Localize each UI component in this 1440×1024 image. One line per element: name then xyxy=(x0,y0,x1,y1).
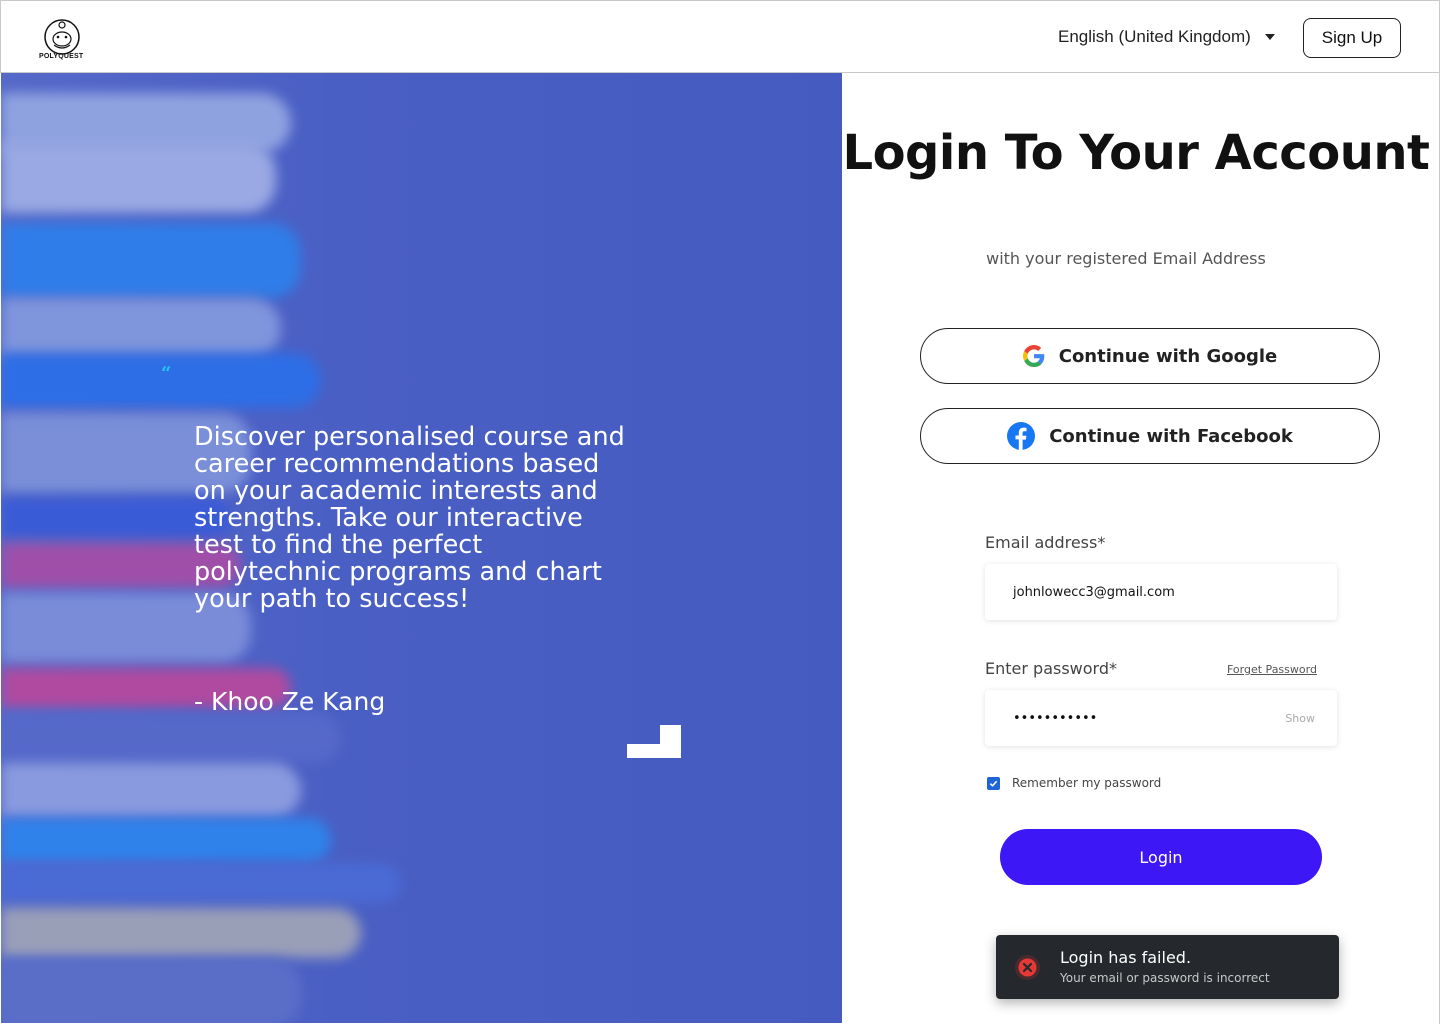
error-toast: Login has failed. Your email or password… xyxy=(996,935,1339,999)
password-field[interactable]: ••••••••••• Show xyxy=(985,690,1337,746)
toast-message: Your email or password is incorrect xyxy=(1060,971,1270,985)
facebook-button-label: Continue with Facebook xyxy=(1049,425,1293,447)
page-title: Login To Your Account xyxy=(842,125,1430,181)
google-button-label: Continue with Google xyxy=(1058,345,1278,367)
hero-panel: “ Discover personalised course and caree… xyxy=(1,73,842,1023)
sign-up-button[interactable]: Sign Up xyxy=(1303,18,1401,58)
book-layer xyxy=(1,863,401,903)
checkmark-icon xyxy=(989,780,998,787)
forget-password-link[interactable]: Forget Password xyxy=(1227,663,1317,676)
quote-mark-icon: “ xyxy=(161,363,172,384)
book-layer xyxy=(1,763,301,818)
password-label: Enter password* xyxy=(985,659,1117,678)
remember-checkbox[interactable] xyxy=(987,776,1000,790)
email-value: johnlowecc3@gmail.com xyxy=(1013,584,1175,600)
book-layer xyxy=(1,958,301,1023)
book-layer xyxy=(1,818,331,863)
language-select[interactable]: English (United Kingdom) xyxy=(1058,27,1275,47)
login-button[interactable]: Login xyxy=(1000,829,1322,885)
quote-author: - Khoo Ze Kang xyxy=(194,687,386,716)
hero-quote: Discover personalised course and career … xyxy=(194,422,625,614)
book-layer xyxy=(1,143,276,213)
book-layer xyxy=(1,908,361,958)
facebook-icon xyxy=(1007,422,1036,450)
remember-label: Remember my password xyxy=(1012,776,1162,790)
top-header: POLYQUEST English (United Kingdom) Sign … xyxy=(0,0,1440,73)
toast-title: Login has failed. xyxy=(1060,948,1192,967)
continue-with-facebook-button[interactable]: Continue with Facebook xyxy=(920,408,1380,464)
book-layer xyxy=(1,223,301,298)
caret-down-icon xyxy=(1264,34,1275,40)
book-layer xyxy=(1,298,281,358)
logo-text: POLYQUEST xyxy=(39,53,84,60)
login-panel: Login To Your Account with your register… xyxy=(842,73,1440,1024)
email-label: Email address* xyxy=(985,533,1106,552)
show-password-toggle[interactable]: Show xyxy=(1285,712,1315,725)
email-field[interactable]: johnlowecc3@gmail.com xyxy=(985,564,1337,620)
error-icon xyxy=(1015,955,1040,980)
corner-bracket-icon xyxy=(627,725,681,758)
google-icon xyxy=(1022,345,1045,367)
book-layer xyxy=(1,713,341,763)
password-value: ••••••••••• xyxy=(1013,710,1098,726)
page-subtitle: with your registered Email Address xyxy=(986,249,1266,268)
remember-password[interactable]: Remember my password xyxy=(987,776,1161,790)
language-label: English (United Kingdom) xyxy=(1058,27,1251,46)
continue-with-google-button[interactable]: Continue with Google xyxy=(920,328,1380,384)
